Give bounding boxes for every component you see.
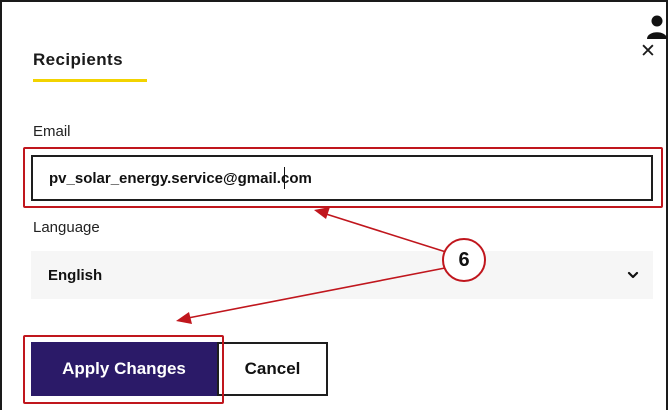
chevron-down-icon <box>627 271 639 279</box>
language-selected-value: English <box>48 266 103 284</box>
language-select[interactable]: English <box>31 251 653 299</box>
apply-highlight-box <box>23 335 224 404</box>
cancel-button[interactable]: Cancel <box>217 342 328 396</box>
language-label: Language <box>33 219 100 236</box>
dialog-title: Recipients <box>33 50 123 69</box>
email-highlight-box <box>23 147 663 208</box>
close-icon[interactable]: ✕ <box>637 40 659 62</box>
user-icon[interactable] <box>646 14 668 40</box>
step-badge: 6 <box>442 238 486 282</box>
title-underline <box>33 79 147 82</box>
email-label: Email <box>33 123 71 140</box>
